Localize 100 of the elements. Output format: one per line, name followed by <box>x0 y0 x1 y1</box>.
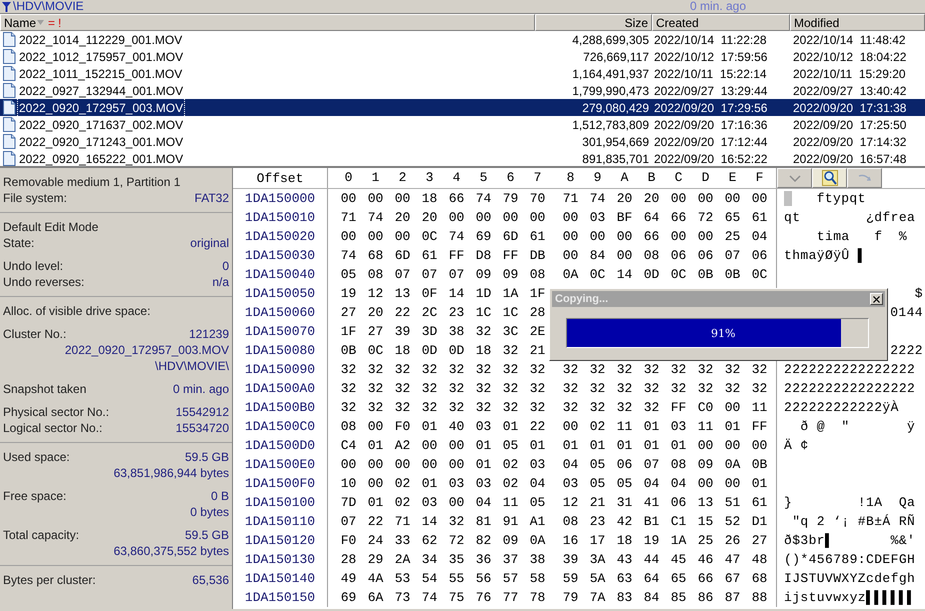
column-header[interactable]: Modified <box>790 14 925 31</box>
column-number: A <box>620 169 630 188</box>
hex-byte: BF <box>616 208 634 227</box>
hex-byte: 0C <box>366 342 384 360</box>
hex-byte: 00 <box>670 228 688 246</box>
toolbar-button[interactable] <box>812 168 847 188</box>
file-row[interactable]: 2022_1011_152215_001.MOV 1,164,491,937 2022/10/11 15:22:14 2022/10/11 15:29:20 <box>0 65 925 82</box>
hex-byte: 76 <box>474 588 492 607</box>
hex-byte: 00 <box>724 190 742 208</box>
file-row[interactable]: 2022_1014_112229_001.MOV 4,288,699,305 2022/10/14 11:22:28 2022/10/14 11:48:42 <box>0 31 925 48</box>
hex-byte: 28 <box>528 304 546 322</box>
hex-byte: 12 <box>366 284 384 303</box>
info-label: File system: <box>3 190 68 207</box>
info-value: 121239 <box>188 326 229 343</box>
hex-byte: 00 <box>340 190 358 208</box>
hex-byte: 09 <box>502 266 520 284</box>
hex-byte: C4 <box>340 436 358 455</box>
filter-icon[interactable] <box>2 2 11 12</box>
file-row[interactable]: 2022_0927_132944_001.MOV 1,799,990,473 2022/09/27 13:29:44 2022/09/27 13:40:42 <box>0 82 925 99</box>
hex-byte: 06 <box>670 246 688 265</box>
created-date: 2022/09/20 17:16:36 <box>653 116 768 134</box>
column-number: 1 <box>370 169 380 188</box>
info-value: 0 bytes <box>190 504 229 521</box>
hex-byte: 17 <box>588 532 606 550</box>
file-row[interactable]: 2022_0920_165222_001.MOV 891,835,701 2022/09/20 16:52:22 2022/09/20 16:57:48 <box>0 150 925 167</box>
hex-byte: 32 <box>562 360 580 379</box>
file-row[interactable]: 2022_1012_175957_001.MOV 726,669,117 2022/10/12 17:59:56 2022/10/12 18:04:22 <box>0 48 925 65</box>
hex-byte: 35 <box>448 550 466 569</box>
file-row[interactable]: 2022_0920_172957_003.MOV 279,080,429 2022/09/20 17:29:56 2022/09/20 17:31:38 <box>0 99 925 116</box>
hex-byte: 00 <box>448 456 466 474</box>
hex-byte: 32 <box>642 398 660 417</box>
hex-byte: D8 <box>474 246 492 265</box>
hex-byte: 0C <box>588 266 606 284</box>
hex-byte: 43 <box>616 550 634 569</box>
hex-byte: 05 <box>340 266 358 284</box>
text-dump: "q 2 ‘¡ #B±Á RÑ <box>791 512 916 531</box>
column-number: 5 <box>478 169 488 188</box>
info-label: Alloc. of visible drive space: <box>3 303 150 320</box>
hex-byte: 00 <box>448 494 466 512</box>
snapshot-age: 0 min. ago <box>690 0 746 13</box>
hex-byte: 10 <box>340 474 358 493</box>
text-dump: Ä ¢ <box>784 436 809 455</box>
dialog-title: Copying... <box>555 292 608 307</box>
hex-byte: 67 <box>724 570 742 588</box>
hex-byte: FF <box>670 398 688 417</box>
close-button[interactable] <box>870 293 883 305</box>
hex-byte: 32 <box>420 398 438 417</box>
toolbar-button[interactable] <box>847 168 882 188</box>
hex-byte: 20 <box>394 208 412 227</box>
hex-byte: 54 <box>420 570 438 588</box>
hex-byte: 05 <box>588 456 606 474</box>
file-icon <box>2 32 16 47</box>
hex-byte: 01 <box>528 436 546 455</box>
hex-byte: 09 <box>502 532 520 550</box>
info-label: Undo level: <box>3 258 64 275</box>
hex-byte: 45 <box>670 550 688 569</box>
hex-byte: 7D <box>340 494 358 512</box>
file-row[interactable]: 2022_0920_171637_002.MOV 1,512,783,809 2022/09/20 17:16:36 2022/09/20 17:25:50 <box>0 116 925 133</box>
hex-byte: 01 <box>420 418 438 436</box>
column-number: 0 <box>344 169 354 188</box>
hex-offset: 1DA150100 <box>233 493 328 512</box>
toolbar-button[interactable] <box>777 168 812 188</box>
column-header[interactable]: Size <box>535 14 652 31</box>
close-icon <box>873 296 880 302</box>
column-header[interactable]: Name = ! <box>0 14 535 31</box>
file-row[interactable]: 2022_0920_171243_001.MOV 301,954,669 2022/09/20 17:12:44 2022/09/20 17:14:32 <box>0 133 925 150</box>
hex-byte: 47 <box>724 550 742 569</box>
hex-byte: 04 <box>750 228 768 246</box>
hex-byte: 29 <box>366 550 384 569</box>
hex-byte: 32 <box>670 380 688 398</box>
hex-byte: 18 <box>394 342 412 360</box>
column-header[interactable]: Created <box>652 14 790 31</box>
hex-byte: 0C <box>420 228 438 246</box>
progress-percent: 91% <box>711 326 736 342</box>
hex-byte: 74 <box>448 228 466 246</box>
file-size: 301,954,669 <box>581 134 650 150</box>
column-number: 4 <box>452 169 462 188</box>
chevron-down-icon <box>788 174 800 182</box>
hex-byte: 32 <box>750 360 768 379</box>
hex-byte: 66 <box>670 208 688 227</box>
hex-byte: 00 <box>616 228 634 246</box>
modified-date: 2022/09/20 17:31:38 <box>792 100 908 116</box>
hex-byte: 27 <box>340 304 358 322</box>
column-number: C <box>674 169 684 188</box>
hex-byte: 04 <box>562 456 580 474</box>
info-label: State: <box>3 235 34 252</box>
hex-byte: 08 <box>340 418 358 436</box>
hex-offset: 1DA150010 <box>233 208 328 227</box>
hex-byte: 0B <box>724 266 742 284</box>
hex-byte: 2C <box>420 304 438 322</box>
hex-byte: 13 <box>696 494 714 512</box>
hex-byte: 1F <box>528 284 546 303</box>
hex-byte: 0D <box>448 342 466 360</box>
hex-byte: 00 <box>670 190 688 208</box>
hex-byte: 32 <box>502 398 520 417</box>
hex-byte: 44 <box>642 550 660 569</box>
modified-date: 2022/10/14 11:48:42 <box>792 32 907 48</box>
hex-byte: 0D <box>420 342 438 360</box>
hex-byte: 18 <box>474 342 492 360</box>
hex-byte: 22 <box>394 304 412 322</box>
